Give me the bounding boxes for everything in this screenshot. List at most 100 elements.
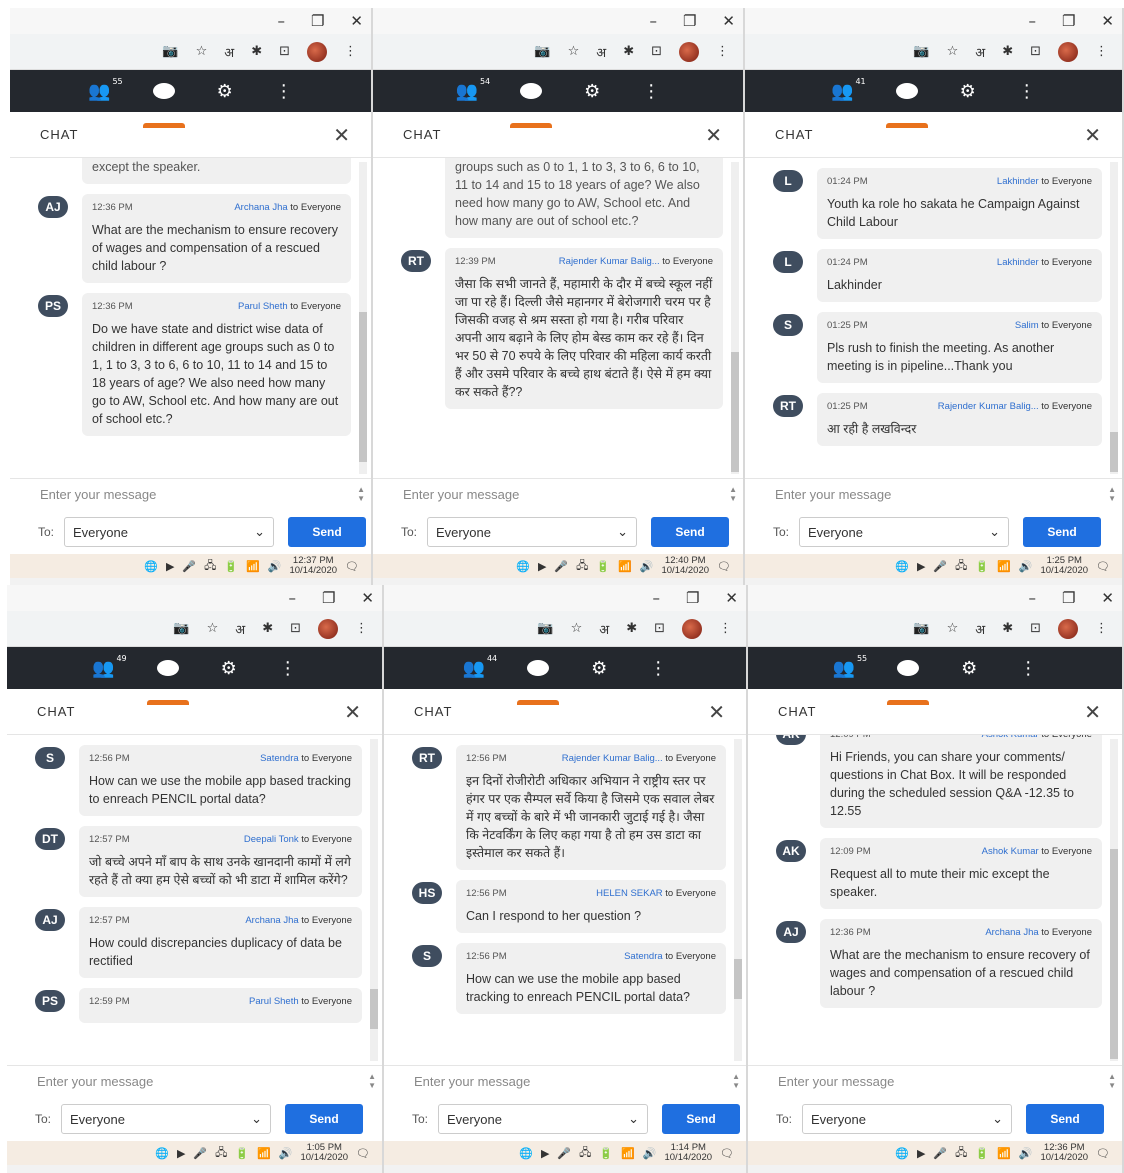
message-scrollbar[interactable] (1110, 739, 1118, 1061)
system-clock[interactable]: 12:40 PM 10/14/2020 (661, 556, 709, 576)
chevron-down-icon[interactable]: ⌄ (251, 1111, 262, 1127)
message-input[interactable]: Enter your message ▲ ▼ (373, 478, 743, 510)
message-scrollbar[interactable] (734, 739, 742, 1061)
chat-tab[interactable] (517, 660, 560, 705)
scrollbar-thumb[interactable] (370, 989, 378, 1029)
recipient-select[interactable]: Everyone ⌄ (438, 1104, 649, 1134)
volume-icon[interactable]: 🔊 (279, 1147, 293, 1160)
wifi-icon[interactable]: 📶 (618, 560, 632, 573)
chevron-down-icon[interactable]: ⌄ (992, 1111, 1003, 1127)
mic-icon[interactable]: 🎤 (933, 560, 947, 573)
chat-tab[interactable] (142, 83, 185, 128)
camera-icon[interactable]: 📷 (534, 44, 550, 59)
cast-icon[interactable]: ⊡ (1030, 44, 1041, 59)
maximize-button[interactable]: ❐ (322, 589, 335, 607)
message-scrollbar[interactable] (359, 162, 367, 474)
sender-name[interactable]: Rajender Kumar Balig... (562, 753, 663, 764)
wifi-icon[interactable]: 📶 (997, 1147, 1011, 1160)
system-clock[interactable]: 1:25 PM 10/14/2020 (1040, 556, 1088, 576)
sender-name[interactable]: Rajender Kumar Balig... (559, 256, 660, 267)
scrollbar-thumb[interactable] (734, 959, 742, 999)
more-menu-icon[interactable]: ⋮ (649, 658, 667, 679)
minimize-button[interactable]: – (1028, 589, 1036, 607)
close-window-button[interactable]: ✕ (1101, 12, 1114, 30)
extension-icon[interactable]: ✱ (251, 44, 262, 59)
gear-icon[interactable]: ⚙ (960, 81, 976, 102)
gear-icon[interactable]: ⚙ (221, 658, 237, 679)
volume-icon[interactable]: 🔊 (1019, 1147, 1033, 1160)
wifi-icon[interactable]: 📶 (621, 1147, 635, 1160)
cast-icon[interactable]: ⊡ (654, 621, 665, 636)
more-menu-icon[interactable]: ⋮ (275, 81, 293, 102)
sender-name[interactable]: Rajender Kumar Balig... (938, 401, 1039, 412)
sender-name[interactable]: Salim (1015, 320, 1039, 331)
chevron-down-icon[interactable]: ⌄ (628, 1111, 639, 1127)
chat-tab[interactable] (887, 660, 930, 705)
profile-avatar[interactable] (1058, 41, 1078, 62)
mic-icon[interactable]: 🎤 (933, 1147, 947, 1160)
more-menu-icon[interactable]: ⋮ (279, 658, 297, 679)
volume-icon[interactable]: 🔊 (268, 560, 282, 573)
participants-icon[interactable]: 👥 55 (88, 77, 122, 102)
cast-icon[interactable]: ⊡ (279, 44, 290, 59)
close-chat-icon[interactable]: ✕ (1084, 123, 1102, 147)
network-icon[interactable]: 🌐 (895, 560, 909, 573)
input-scroll-arrows[interactable]: ▲ ▼ (729, 485, 737, 503)
sender-name[interactable]: Satendra (260, 753, 299, 764)
wifi-icon[interactable]: 📶 (997, 560, 1011, 573)
gear-icon[interactable]: ⚙ (584, 81, 600, 102)
system-clock[interactable]: 12:37 PM 10/14/2020 (289, 556, 337, 576)
media-icon[interactable]: ▶ (541, 1147, 549, 1160)
sender-name[interactable]: Parul Sheth (249, 996, 299, 1007)
gear-icon[interactable]: ⚙ (591, 658, 607, 679)
cast-icon[interactable]: ⊡ (651, 44, 662, 59)
cast-icon[interactable]: ⊡ (290, 621, 301, 636)
input-scroll-arrows[interactable]: ▲ ▼ (1108, 1072, 1116, 1090)
browser-menu-icon[interactable]: ⋮ (344, 44, 357, 59)
participants-icon[interactable]: 👥 44 (463, 654, 497, 679)
recipient-select[interactable]: Everyone ⌄ (799, 517, 1010, 547)
maximize-button[interactable]: ❐ (1062, 589, 1075, 607)
lan-icon[interactable]: 🖧 (215, 1144, 227, 1163)
minimize-button[interactable]: – (649, 12, 657, 30)
extension-icon[interactable]: ✱ (1002, 44, 1013, 59)
send-button[interactable]: Send (285, 1104, 364, 1134)
sender-name[interactable]: Archana Jha (234, 202, 287, 213)
chat-tab[interactable] (146, 660, 189, 705)
lan-icon[interactable]: 🖧 (576, 557, 588, 576)
message-input[interactable]: Enter your message ▲ ▼ (745, 478, 1122, 510)
bookmark-star-icon[interactable]: ☆ (196, 44, 208, 59)
profile-avatar[interactable] (682, 618, 702, 639)
wifi-icon[interactable]: 📶 (246, 560, 260, 573)
battery-icon[interactable]: 🔋 (235, 1147, 249, 1160)
profile-avatar[interactable] (318, 618, 338, 639)
scrollbar-thumb[interactable] (359, 312, 367, 462)
message-list[interactable]: groups such as 0 to 1, 1 to 3, 3 to 6, 6… (373, 158, 743, 478)
message-scrollbar[interactable] (1110, 162, 1118, 474)
sender-name[interactable]: Archana Jha (245, 915, 298, 926)
notification-icon[interactable]: 🗨 (345, 560, 359, 573)
message-list[interactable]: S 12:56 PM Satendra to Everyone How can we … (7, 735, 382, 1065)
close-window-button[interactable]: ✕ (1101, 589, 1114, 607)
battery-icon[interactable]: 🔋 (975, 560, 989, 573)
browser-menu-icon[interactable]: ⋮ (1095, 44, 1108, 59)
chevron-down-icon[interactable]: ⌄ (989, 524, 1000, 540)
participants-icon[interactable]: 👥 55 (833, 654, 867, 679)
camera-icon[interactable]: 📷 (537, 621, 553, 636)
sender-name[interactable]: Deepali Tonk (244, 834, 299, 845)
translate-icon[interactable]: अ (975, 43, 985, 61)
bookmark-star-icon[interactable]: ☆ (947, 44, 959, 59)
close-chat-icon[interactable]: ✕ (705, 123, 723, 147)
network-icon[interactable]: 🌐 (516, 560, 530, 573)
message-input[interactable]: Enter your message ▲ ▼ (7, 1065, 382, 1097)
network-icon[interactable]: 🌐 (155, 1147, 169, 1160)
maximize-button[interactable]: ❐ (686, 589, 699, 607)
message-input[interactable]: Enter your message ▲ ▼ (10, 478, 371, 510)
message-list[interactable]: RT 12:56 PM Rajender Kumar Balig... to Eve… (384, 735, 746, 1065)
recipient-select[interactable]: Everyone ⌄ (64, 517, 275, 547)
browser-menu-icon[interactable]: ⋮ (355, 621, 368, 636)
battery-icon[interactable]: 🔋 (224, 560, 238, 573)
notification-icon[interactable]: 🗨 (720, 1147, 734, 1160)
scrollbar-thumb[interactable] (1110, 849, 1118, 1059)
sender-name[interactable]: Parul Sheth (238, 301, 288, 312)
